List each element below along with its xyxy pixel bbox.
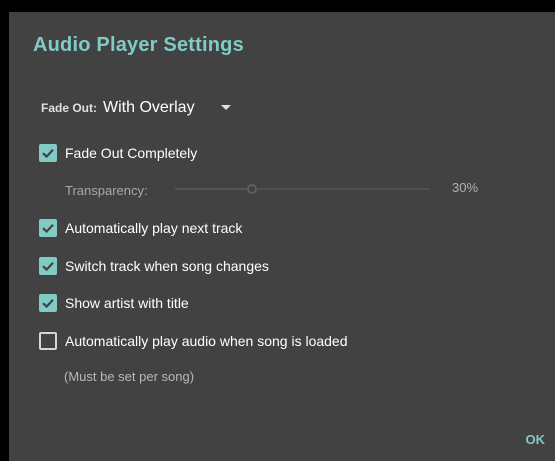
ok-button[interactable]: OK	[495, 428, 546, 452]
dropdown-arrow-icon	[220, 104, 231, 110]
transparency-value: 30%	[452, 180, 479, 195]
transparency-slider[interactable]	[175, 180, 430, 198]
switch-track-label: Switch track when song changes	[65, 258, 269, 274]
fade-out-label: Fade Out:	[41, 101, 97, 115]
auto-play-audio-checkbox-row[interactable]: Automatically play audio when song is lo…	[39, 330, 348, 352]
checkbox-checked-icon[interactable]	[39, 144, 57, 162]
checkbox-checked-icon[interactable]	[39, 257, 57, 275]
switch-track-checkbox-row[interactable]: Switch track when song changes	[39, 255, 269, 277]
fade-out-completely-label: Fade Out Completely	[65, 145, 198, 161]
per-song-note: (Must be set per song)	[64, 369, 195, 384]
slider-thumb[interactable]	[246, 184, 257, 194]
transparency-label: Transparency:	[65, 183, 148, 198]
auto-play-next-label: Automatically play next track	[65, 220, 243, 236]
fade-out-completely-checkbox-row[interactable]: Fade Out Completely	[39, 142, 197, 164]
show-artist-checkbox-row[interactable]: Show artist with title	[39, 292, 189, 314]
show-artist-label: Show artist with title	[65, 295, 189, 311]
checkbox-checked-icon[interactable]	[39, 219, 57, 237]
fade-out-dropdown[interactable]: Fade Out: With Overlay	[41, 96, 231, 120]
settings-dialog: Audio Player Settings Fade Out: With Ove…	[9, 12, 555, 461]
fade-out-selected-value: With Overlay	[103, 99, 195, 116]
auto-play-audio-label: Automatically play audio when song is lo…	[65, 333, 348, 349]
slider-fill	[175, 188, 252, 190]
checkbox-checked-icon[interactable]	[39, 294, 57, 312]
dialog-title: Audio Player Settings	[33, 34, 244, 56]
checkbox-unchecked-icon[interactable]	[39, 332, 57, 350]
auto-play-next-checkbox-row[interactable]: Automatically play next track	[39, 217, 242, 239]
